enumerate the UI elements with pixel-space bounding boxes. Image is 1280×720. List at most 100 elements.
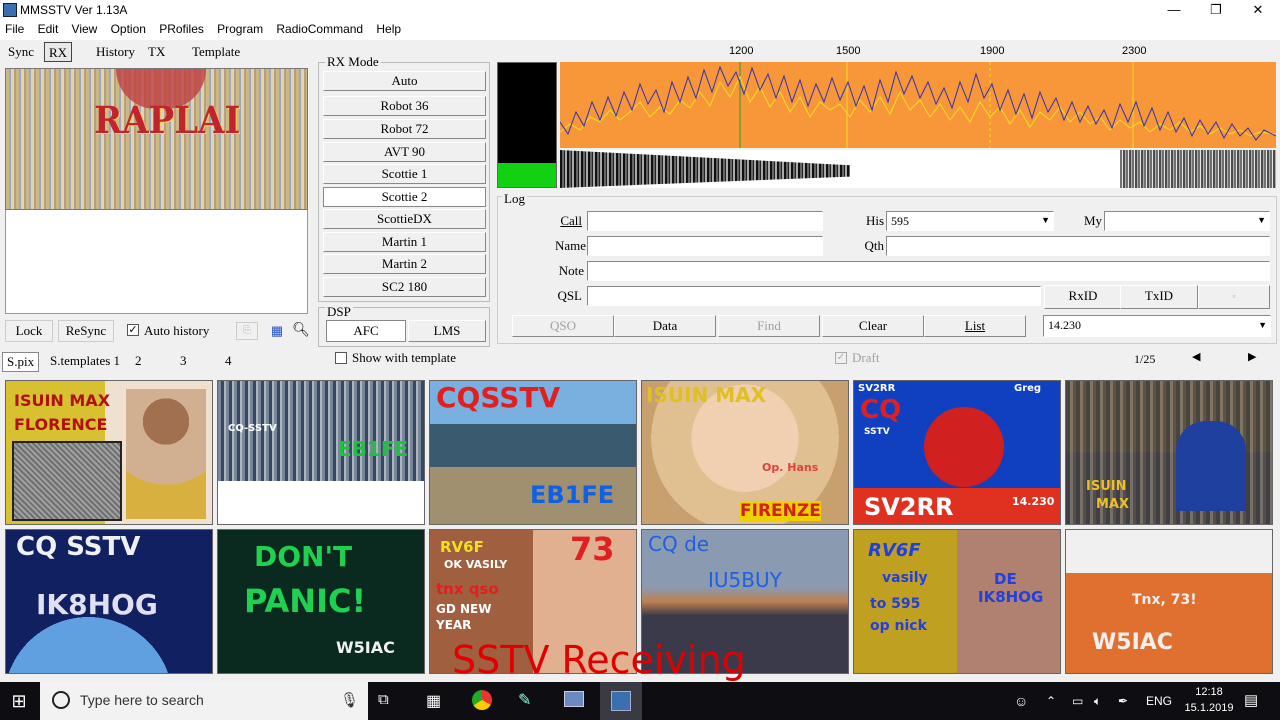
history-thumb-1[interactable]: ISUIN MAX FLORENCE <box>5 380 213 525</box>
mode-robot36[interactable]: Robot 36 <box>323 96 486 116</box>
mode-avt90[interactable]: AVT 90 <box>323 142 486 162</box>
maximize-button[interactable]: ❐ <box>1196 0 1236 20</box>
auto-history-checkbox[interactable]: ✓ <box>127 324 139 336</box>
history-thumb-11[interactable]: RV6F DE IK8HOG vasily to 595 op nick <box>853 529 1061 674</box>
notification-icon[interactable]: ▤ <box>1244 682 1258 720</box>
tray-chevron-icon[interactable]: ⌃ <box>1046 682 1056 720</box>
qth-field[interactable] <box>886 236 1270 256</box>
qso-button[interactable]: QSO <box>512 315 614 337</box>
close-button[interactable]: ✕ <box>1238 0 1278 20</box>
thumb-text: op nick <box>870 618 927 634</box>
mode-robot72[interactable]: Robot 72 <box>323 119 486 139</box>
qth-label: Qth <box>864 238 885 253</box>
menu-help[interactable]: Help <box>371 20 406 38</box>
history-thumb-12[interactable]: P4 Tnx, 73! W5IAC <box>1065 529 1273 674</box>
chevron-down-icon[interactable]: ▼ <box>1257 215 1266 225</box>
task-view-icon[interactable]: ⧉ <box>378 691 389 709</box>
app-icon-3[interactable] <box>564 691 584 707</box>
microphone-icon[interactable]: 🎙︎ <box>340 691 359 709</box>
mode-scottiedx[interactable]: ScottieDX <box>323 209 486 229</box>
list-button[interactable]: List <box>924 315 1026 337</box>
tab-stemplates-3[interactable]: 3 <box>176 352 191 370</box>
resync-button[interactable]: ReSync <box>58 320 114 342</box>
find-button[interactable]: Find <box>718 315 820 337</box>
network-icon[interactable]: ▭ <box>1072 682 1083 720</box>
tab-spix[interactable]: S.pix <box>2 352 40 372</box>
draft-checkbox[interactable]: ✓ <box>835 352 847 364</box>
spectrum-graph <box>560 62 1276 148</box>
note-field[interactable] <box>587 261 1270 281</box>
minimize-button[interactable]: — <box>1154 0 1194 20</box>
txid-button[interactable]: TxID <box>1120 285 1198 309</box>
afc-button[interactable]: AFC <box>326 320 406 342</box>
menu-option[interactable]: Option <box>106 20 151 38</box>
app-icon-2[interactable]: ✎ <box>518 690 531 710</box>
tab-sync[interactable]: Sync <box>4 42 38 62</box>
menu-view[interactable]: View <box>67 20 103 38</box>
taskbar-search[interactable]: Type here to search 🎙︎ <box>40 682 368 720</box>
clock-date[interactable]: 15.1.2019 <box>1182 702 1236 714</box>
show-with-template-checkbox[interactable] <box>335 352 347 364</box>
menu-edit[interactable]: Edit <box>33 20 64 38</box>
mmsstv-taskbar-button[interactable] <box>600 682 642 720</box>
mode-sc2-180[interactable]: SC2 180 <box>323 277 486 297</box>
menu-profiles[interactable]: PRofiles <box>154 20 209 38</box>
history-thumb-2[interactable]: CQ-SSTV EB1FE <box>217 380 425 525</box>
history-thumb-4[interactable]: ISUIN MAX Op. Hans FIRENZE <box>641 380 849 525</box>
qsl-field[interactable] <box>587 286 1041 306</box>
menu-file[interactable]: File <box>0 20 29 38</box>
zoom-icon[interactable]: 🔍︎ <box>290 320 312 342</box>
lms-button[interactable]: LMS <box>408 320 486 342</box>
tab-stemplates-4[interactable]: 4 <box>221 352 236 370</box>
tab-history[interactable]: History <box>92 42 139 62</box>
prev-page-icon[interactable]: ◀ <box>1192 350 1200 363</box>
mode-auto[interactable]: Auto <box>323 71 486 91</box>
tab-tx[interactable]: TX <box>144 42 169 62</box>
clear-button[interactable]: Clear <box>822 315 924 337</box>
abc-icon[interactable]: ▫ <box>1198 285 1270 309</box>
history-thumb-5[interactable]: SV2RR Greg CQ SSTV SV2RR 14.230 <box>853 380 1061 525</box>
language-indicator[interactable]: ENG <box>1146 682 1172 720</box>
rxid-button[interactable]: RxID <box>1044 285 1122 309</box>
windows-start-icon[interactable]: ⊞ <box>8 690 30 712</box>
chevron-down-icon[interactable]: ▼ <box>1041 215 1050 225</box>
next-page-icon[interactable]: ▶ <box>1248 350 1256 363</box>
spectrum-display[interactable] <box>560 62 1276 148</box>
calculator-icon[interactable]: ▦ <box>426 691 441 711</box>
his-select[interactable]: 595 ▼ <box>886 211 1054 231</box>
mode-martin1[interactable]: Martin 1 <box>323 232 486 252</box>
mode-scottie1[interactable]: Scottie 1 <box>323 164 486 184</box>
waterfall-display[interactable] <box>560 150 1276 188</box>
tab-stemplates-1[interactable]: S.templates 1 <box>46 352 124 370</box>
tab-template[interactable]: Template <box>188 42 244 62</box>
tab-rx[interactable]: RX <box>44 42 73 62</box>
clock-time[interactable]: 12:18 <box>1188 686 1230 698</box>
mode-martin2[interactable]: Martin 2 <box>323 254 486 274</box>
thumb-text: IK8HOG <box>978 588 1044 606</box>
history-thumb-7[interactable]: CQ SSTV IK8HOG <box>5 529 213 674</box>
history-thumb-3[interactable]: CQSSTV EB1FE <box>429 380 637 525</box>
people-icon[interactable]: ☺ <box>1014 682 1028 720</box>
copy-icon[interactable]: ⎘ <box>236 322 258 340</box>
chrome-icon[interactable] <box>472 690 492 710</box>
history-thumb-8[interactable]: DON'T PANIC! W5IAC <box>217 529 425 674</box>
volume-icon[interactable]: 🔈︎ <box>1094 682 1101 720</box>
data-button[interactable]: Data <box>614 315 716 337</box>
tab-stemplates-2[interactable]: 2 <box>131 352 146 370</box>
chevron-down-icon[interactable]: ▼ <box>1258 320 1267 330</box>
menu-radiocommand[interactable]: RadioCommand <box>271 20 368 38</box>
rx-blank-area <box>5 210 308 314</box>
freq-label-1200: 1200 <box>729 45 754 57</box>
my-select[interactable]: ▼ <box>1104 211 1270 231</box>
lock-button[interactable]: Lock <box>5 320 53 342</box>
mode-scottie2[interactable]: Scottie 2 <box>323 187 486 207</box>
name-field[interactable] <box>587 236 823 256</box>
palette-icon[interactable]: ▦ <box>266 322 288 340</box>
call-field[interactable] <box>587 211 823 231</box>
frequency-select[interactable]: 14.230 ▼ <box>1043 315 1271 337</box>
thumb-text: SSTV <box>864 427 890 437</box>
history-thumb-6[interactable]: ISUIN MAX <box>1065 380 1273 525</box>
pen-icon[interactable]: ✒ <box>1118 682 1128 720</box>
image-history-grid: ISUIN MAX FLORENCE CQ-SSTV EB1FE CQSSTV … <box>5 380 1275 676</box>
menu-program[interactable]: Program <box>212 20 268 38</box>
